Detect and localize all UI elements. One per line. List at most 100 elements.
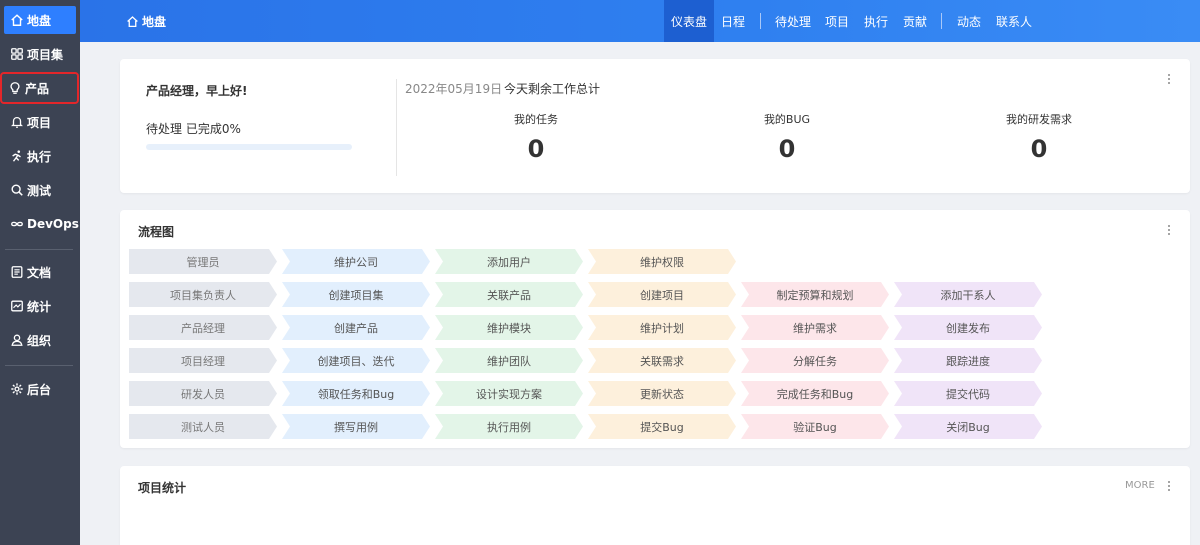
flow-step: 完成任务和Bug bbox=[741, 381, 889, 406]
project-stats-card: 项目统计 MORE bbox=[120, 466, 1190, 545]
sidebar-item-execution[interactable]: 执行 bbox=[4, 142, 76, 170]
tab-contribute[interactable]: 贡献 bbox=[903, 0, 927, 42]
summary-more-icon[interactable] bbox=[1164, 72, 1174, 86]
sidebar-item-project[interactable]: 项目 bbox=[4, 108, 76, 136]
project-stats-title: 项目统计 bbox=[138, 481, 187, 495]
flow-step: 更新状态 bbox=[588, 381, 736, 406]
search-icon bbox=[11, 184, 23, 196]
tab-calendar[interactable]: 日程 bbox=[721, 0, 745, 42]
sidebar-item-product[interactable]: 产品 bbox=[0, 72, 79, 104]
sidebar-divider bbox=[5, 249, 73, 250]
sidebar-item-report[interactable]: 统计 bbox=[4, 292, 76, 320]
flow-step: 创建项目 bbox=[588, 282, 736, 307]
progress-bar bbox=[146, 144, 352, 150]
flow-role: 测试人员 bbox=[129, 414, 277, 439]
sidebar-item-label: 统计 bbox=[27, 299, 52, 314]
tab-dynamic[interactable]: 动态 bbox=[957, 0, 981, 42]
sidebar-item-label: 项目集 bbox=[27, 47, 64, 62]
tab-execution[interactable]: 执行 bbox=[864, 0, 888, 42]
more-link[interactable]: MORE bbox=[1125, 480, 1155, 491]
stat-label-bugs: 我的BUG bbox=[763, 113, 811, 126]
sidebar-item-program[interactable]: 项目集 bbox=[4, 40, 76, 68]
flow-step: 撰写用例 bbox=[282, 414, 430, 439]
tab-dashboard[interactable]: 仪表盘 bbox=[664, 0, 715, 42]
progress-label: 待处理 已完成0% bbox=[146, 122, 241, 136]
flow-step: 提交Bug bbox=[588, 414, 736, 439]
chart-icon bbox=[11, 300, 23, 312]
flow-step: 添加干系人 bbox=[894, 282, 1042, 307]
sidebar-item-label: 后台 bbox=[27, 382, 52, 397]
summary-divider bbox=[396, 79, 397, 176]
home-icon bbox=[127, 15, 138, 27]
grid-icon bbox=[11, 48, 23, 60]
sidebar-item-admin[interactable]: 后台 bbox=[4, 375, 76, 403]
sidebar-item-label: DevOps bbox=[27, 217, 79, 231]
stat-label-stories: 我的研发需求 bbox=[1006, 113, 1072, 126]
stat-value-bugs[interactable]: 0 bbox=[737, 135, 837, 163]
flowchart-card: 流程图 管理员 维护公司 添加用户 维护权限项目集负责人 创建项目集 关联产品 创建项目 制定… bbox=[120, 210, 1190, 448]
flow-role: 管理员 bbox=[129, 249, 277, 274]
summary-date: 2022年05月19日 bbox=[405, 82, 503, 96]
home-icon bbox=[11, 14, 23, 26]
remaining-title: 今天剩余工作总计 bbox=[504, 82, 601, 96]
run-icon bbox=[12, 150, 21, 162]
tab-project[interactable]: 项目 bbox=[825, 0, 849, 42]
sidebar-divider bbox=[5, 365, 73, 366]
flow-step: 维护团队 bbox=[435, 348, 583, 373]
flow-step: 维护需求 bbox=[741, 315, 889, 340]
sidebar-item-label: 产品 bbox=[25, 81, 50, 96]
topbar: 地盘 仪表盘 日程 待处理 项目 执行 贡献 动态 联系人 bbox=[80, 0, 1200, 42]
topbar-divider bbox=[941, 13, 942, 29]
summary-card: 产品经理，早上好! 待处理 已完成0% 2022年05月19日 今天剩余工作总计… bbox=[120, 59, 1190, 193]
user-icon bbox=[11, 334, 23, 346]
flow-step: 执行用例 bbox=[435, 414, 583, 439]
flow-step: 创建项目、迭代 bbox=[282, 348, 430, 373]
flow-step: 维护公司 bbox=[282, 249, 430, 274]
sidebar-item-doc[interactable]: 文档 bbox=[4, 258, 76, 286]
flow-step: 设计实现方案 bbox=[435, 381, 583, 406]
flow-step: 创建发布 bbox=[894, 315, 1042, 340]
document-icon bbox=[11, 266, 23, 278]
sidebar-item-label: 执行 bbox=[27, 149, 52, 164]
flow-step: 维护计划 bbox=[588, 315, 736, 340]
flow-step: 领取任务和Bug bbox=[282, 381, 430, 406]
breadcrumb-home[interactable]: 地盘 bbox=[126, 0, 166, 42]
sidebar-item-dashboard[interactable]: 地盘 bbox=[4, 6, 76, 34]
stat-label-tasks: 我的任务 bbox=[514, 113, 558, 126]
flow-step: 制定预算和规划 bbox=[741, 282, 889, 307]
flow-role: 产品经理 bbox=[129, 315, 277, 340]
flow-step: 维护权限 bbox=[588, 249, 736, 274]
flow-step: 分解任务 bbox=[741, 348, 889, 373]
sidebar-item-test[interactable]: 测试 bbox=[4, 176, 76, 204]
flowchart-more-icon[interactable] bbox=[1164, 223, 1174, 237]
flow-role: 项目集负责人 bbox=[129, 282, 277, 307]
topbar-divider bbox=[760, 13, 761, 29]
flow-step: 创建项目集 bbox=[282, 282, 430, 307]
flow-step: 验证Bug bbox=[741, 414, 889, 439]
gear-icon bbox=[11, 383, 23, 395]
flow-step: 创建产品 bbox=[282, 315, 430, 340]
flow-step: 提交代码 bbox=[894, 381, 1042, 406]
stat-value-stories[interactable]: 0 bbox=[989, 135, 1089, 163]
sidebar-item-label: 组织 bbox=[27, 333, 52, 348]
flow-role: 研发人员 bbox=[129, 381, 277, 406]
flow-step: 关联需求 bbox=[588, 348, 736, 373]
flow-step: 添加用户 bbox=[435, 249, 583, 274]
tab-contacts[interactable]: 联系人 bbox=[996, 0, 1032, 42]
tab-todo[interactable]: 待处理 bbox=[775, 0, 811, 42]
bell-icon bbox=[11, 116, 23, 128]
flow-step: 跟踪进度 bbox=[894, 348, 1042, 373]
infinity-icon bbox=[11, 221, 23, 227]
sidebar: 地盘 项目集 产品 项目 执行 测试 DevOps 文档 统计 组织 后台 bbox=[0, 0, 80, 545]
flow-step: 关闭Bug bbox=[894, 414, 1042, 439]
stat-value-tasks[interactable]: 0 bbox=[486, 135, 586, 163]
flow-step: 关联产品 bbox=[435, 282, 583, 307]
sidebar-item-label: 测试 bbox=[27, 183, 52, 198]
sidebar-item-label: 项目 bbox=[27, 115, 52, 130]
lightbulb-icon bbox=[10, 82, 20, 94]
flowchart-title: 流程图 bbox=[138, 225, 175, 239]
flow-role: 项目经理 bbox=[129, 348, 277, 373]
project-stats-more-icon[interactable] bbox=[1164, 479, 1174, 493]
sidebar-item-devops[interactable]: DevOps bbox=[4, 210, 79, 238]
sidebar-item-company[interactable]: 组织 bbox=[4, 326, 76, 354]
